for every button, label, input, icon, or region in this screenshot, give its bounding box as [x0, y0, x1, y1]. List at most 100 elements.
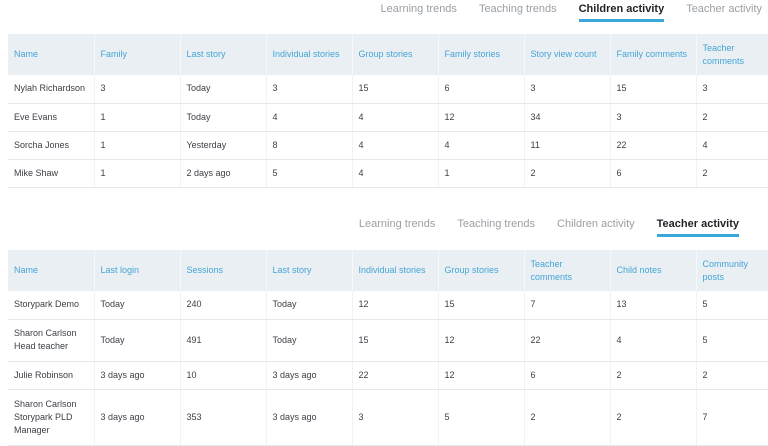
column-header[interactable]: Teacher comments	[696, 34, 768, 75]
column-header[interactable]: Last story	[266, 250, 353, 291]
table-row: Storypark Demo Today 240 Today 12 15 7 1…	[8, 291, 768, 320]
table-cell: 3 days ago	[266, 361, 353, 390]
table-cell: 353	[180, 389, 267, 446]
tab-children-activity[interactable]: Children activity	[557, 218, 635, 237]
column-header[interactable]: Story view count	[524, 34, 611, 75]
table-cell: 10	[180, 361, 267, 390]
column-header[interactable]: Family comments	[610, 34, 697, 75]
table-row: Nylah Richardson 3 Today 3 15 6 3 15 3	[8, 75, 768, 104]
tab-bar-bottom: Learning trends Teaching trends Children…	[359, 218, 739, 237]
table-cell: 7	[524, 291, 611, 320]
table-cell: 2	[524, 159, 611, 188]
table-cell: 22	[610, 131, 697, 160]
table-cell: Today	[266, 291, 353, 320]
tab-learning-trends[interactable]: Learning trends	[380, 3, 456, 22]
table-cell: 4	[352, 103, 439, 132]
table-cell: Julie Robinson	[8, 361, 95, 390]
table-row: Sharon Carlson Storypark PLD Manager 3 d…	[8, 389, 768, 446]
table-cell: 1	[94, 159, 181, 188]
tab-learning-trends[interactable]: Learning trends	[359, 218, 435, 237]
column-header[interactable]: Child notes	[610, 250, 697, 291]
table-cell: 4	[610, 319, 697, 362]
tab-bar-top: Learning trends Teaching trends Children…	[380, 3, 762, 22]
table-cell: 2	[696, 361, 768, 390]
table-cell: 3	[266, 75, 353, 104]
table-cell: 3	[352, 389, 439, 446]
table-row: Julie Robinson 3 days ago 10 3 days ago …	[8, 361, 768, 390]
table-cell: 12	[438, 319, 525, 362]
column-header[interactable]: Name	[8, 250, 95, 291]
column-header[interactable]: Last login	[94, 250, 181, 291]
tab-teacher-activity[interactable]: Teacher activity	[656, 218, 739, 237]
children-activity-table: Name Family Last story Individual storie…	[8, 34, 768, 188]
table-cell: Eve Evans	[8, 103, 95, 132]
table-cell: 2	[696, 103, 768, 132]
column-header[interactable]: Individual stories	[266, 34, 353, 75]
table-cell: 2	[696, 159, 768, 188]
column-header[interactable]: Group stories	[352, 34, 439, 75]
table-cell: 5	[696, 319, 768, 362]
table-cell: 15	[610, 75, 697, 104]
table-cell: 4	[266, 103, 353, 132]
table-cell: 8	[266, 131, 353, 160]
table-cell: 491	[180, 319, 267, 362]
column-header[interactable]: Family stories	[438, 34, 525, 75]
table-cell: 1	[94, 131, 181, 160]
table-row: Sorcha Jones 1 Yesterday 8 4 4 11 22 4	[8, 131, 768, 160]
teacher-activity-table: Name Last login Sessions Last story Indi…	[8, 250, 768, 446]
tab-teaching-trends[interactable]: Teaching trends	[479, 3, 557, 22]
table-cell: 4	[696, 131, 768, 160]
table-header-row: Name Family Last story Individual storie…	[8, 34, 768, 75]
table-cell: Yesterday	[180, 131, 267, 160]
table-cell: 240	[180, 291, 267, 320]
tab-children-activity[interactable]: Children activity	[578, 3, 665, 22]
table-cell: 2	[610, 389, 697, 446]
column-header[interactable]: Community posts	[696, 250, 768, 291]
table-cell: 15	[352, 75, 439, 104]
table-cell: 6	[438, 75, 525, 104]
table-cell: Sharon Carlson Head teacher	[8, 319, 95, 362]
column-header[interactable]: Name	[8, 34, 95, 75]
table-cell: 6	[610, 159, 697, 188]
table-cell: 34	[524, 103, 611, 132]
column-header[interactable]: Last story	[180, 34, 267, 75]
table-cell: Sorcha Jones	[8, 131, 95, 160]
table-row: Mike Shaw 1 2 days ago 5 4 1 2 6 2	[8, 159, 768, 188]
column-header[interactable]: Group stories	[438, 250, 525, 291]
table-cell: Today	[94, 319, 181, 362]
table-cell: 5	[438, 389, 525, 446]
table-cell: 5	[266, 159, 353, 188]
table-cell: 3	[524, 75, 611, 104]
table-cell: 1	[94, 103, 181, 132]
table-cell: 4	[352, 159, 439, 188]
table-cell: 4	[352, 131, 439, 160]
table-row: Eve Evans 1 Today 4 4 12 34 3 2	[8, 103, 768, 132]
table-cell: 1	[438, 159, 525, 188]
table-cell: Today	[180, 103, 267, 132]
column-header[interactable]: Teacher comments	[524, 250, 611, 291]
table-cell: 22	[352, 361, 439, 390]
table-cell: 7	[696, 389, 768, 446]
table-cell: 2 days ago	[180, 159, 267, 188]
table-cell: Mike Shaw	[8, 159, 95, 188]
tab-teacher-activity[interactable]: Teacher activity	[686, 3, 762, 22]
table-cell: 2	[524, 389, 611, 446]
table-cell: 3 days ago	[266, 389, 353, 446]
column-header[interactable]: Individual stories	[352, 250, 439, 291]
table-cell: Today	[94, 291, 181, 320]
column-header[interactable]: Sessions	[180, 250, 267, 291]
table-cell: Nylah Richardson	[8, 75, 95, 104]
table-cell: Sharon Carlson Storypark PLD Manager	[8, 389, 95, 446]
table-cell: Today	[266, 319, 353, 362]
table-cell: Storypark Demo	[8, 291, 95, 320]
table-cell: 3	[94, 75, 181, 104]
tab-teaching-trends[interactable]: Teaching trends	[457, 218, 535, 237]
column-header[interactable]: Family	[94, 34, 181, 75]
table-cell: 22	[524, 319, 611, 362]
table-cell: 5	[696, 291, 768, 320]
table-cell: 12	[352, 291, 439, 320]
table-cell: 15	[438, 291, 525, 320]
table-cell: 4	[438, 131, 525, 160]
table-cell: 3 days ago	[94, 361, 181, 390]
table-cell: 2	[610, 361, 697, 390]
